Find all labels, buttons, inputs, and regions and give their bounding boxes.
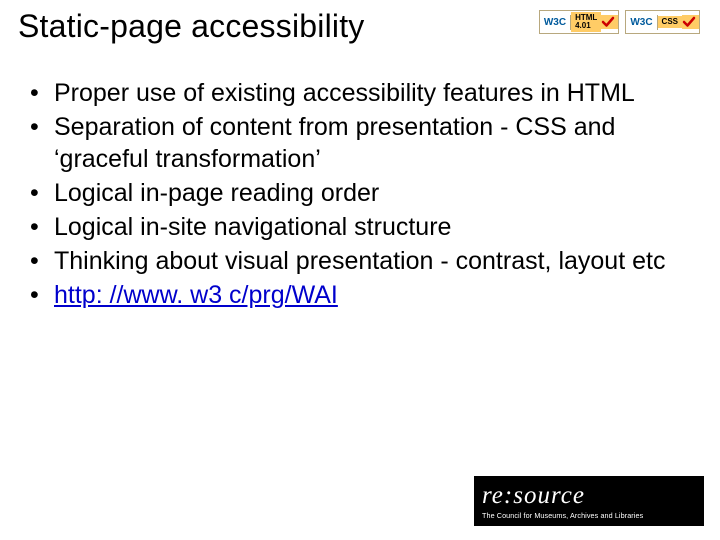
header-row: Static-page accessibility W3C HTML 4.01 …: [18, 8, 702, 45]
bullet-list: Proper use of existing accessibility fea…: [18, 77, 702, 311]
checkmark-icon: [682, 15, 699, 29]
w3c-css-badge: W3C CSS: [625, 10, 700, 34]
list-item: Thinking about visual presentation - con…: [26, 245, 702, 277]
brand-name: re:source: [482, 483, 696, 508]
html-version: HTML 4.01: [571, 12, 601, 32]
slide-title: Static-page accessibility: [18, 8, 364, 45]
brand-subtitle: The Council for Museums, Archives and Li…: [482, 511, 696, 520]
w3c-label: W3C: [540, 15, 571, 30]
list-item: Separation of content from presentation …: [26, 111, 702, 175]
css-label: CSS: [658, 16, 682, 28]
w3c-label: W3C: [626, 15, 657, 30]
slide: Static-page accessibility W3C HTML 4.01 …: [0, 0, 720, 540]
wai-link[interactable]: http: //www. w3 c/prg/WAI: [54, 281, 338, 309]
list-item: Proper use of existing accessibility fea…: [26, 77, 702, 109]
checkmark-icon: [601, 15, 618, 29]
resource-logo: re:source The Council for Museums, Archi…: [474, 476, 704, 526]
list-item: http: //www. w3 c/prg/WAI: [26, 279, 702, 311]
list-item: Logical in-site navigational structure: [26, 211, 702, 243]
w3c-html-badge: W3C HTML 4.01: [539, 10, 619, 34]
validation-badges: W3C HTML 4.01 W3C CSS: [539, 10, 700, 34]
list-item: Logical in-page reading order: [26, 177, 702, 209]
